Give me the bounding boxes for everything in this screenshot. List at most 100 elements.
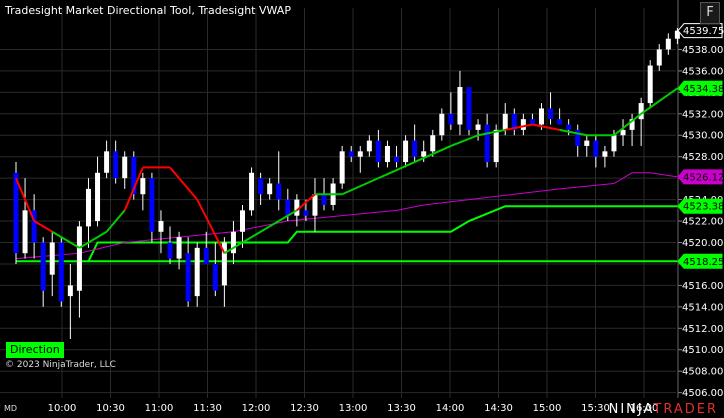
- y-tick-label: 4522.00: [682, 217, 723, 228]
- candle-body: [475, 124, 481, 130]
- price-tag-label: 4539.75: [683, 26, 724, 37]
- direction-line-segment: [169, 166, 198, 201]
- candle-body: [484, 124, 490, 163]
- candle-body: [104, 151, 110, 173]
- candle-body: [85, 188, 91, 227]
- x-tick-label: 12:00: [242, 403, 271, 414]
- direction-line-segment: [559, 128, 587, 137]
- candle-body: [529, 119, 535, 125]
- y-tick-label: 4528.00: [682, 152, 723, 163]
- candle-body: [249, 172, 255, 211]
- candle-body: [457, 86, 463, 125]
- vwap-line: [15, 172, 678, 260]
- x-tick-label: 14:30: [484, 403, 513, 414]
- candle-body: [520, 119, 526, 130]
- candle-body: [557, 119, 563, 125]
- price-tag: 4526.12: [677, 169, 724, 185]
- ninjatrader-logo: NINJATRADER: [609, 401, 718, 417]
- candle-body: [421, 151, 427, 157]
- panel-f-button[interactable]: F: [700, 2, 720, 24]
- y-tick-label: 4514.00: [682, 302, 723, 313]
- candle-body: [584, 140, 590, 146]
- candle-body: [303, 210, 309, 216]
- direction-line-segment: [532, 123, 560, 131]
- candle-body: [267, 183, 273, 195]
- candle-body: [366, 140, 372, 152]
- candle-body: [394, 156, 400, 163]
- candle-body: [339, 151, 345, 184]
- corner-label: MD: [4, 404, 18, 413]
- candle-body: [439, 113, 445, 136]
- price-tag: 4534.38: [677, 80, 724, 96]
- logo-suffix: TRADER: [653, 401, 718, 417]
- direction-line-segment: [477, 128, 506, 137]
- candle-body: [67, 285, 73, 297]
- copyright-text: © 2023 NinjaTrader, LLC: [5, 360, 116, 370]
- candle-body: [502, 113, 508, 130]
- candle-body: [258, 178, 264, 195]
- x-tick-label: 11:30: [193, 403, 222, 414]
- candle-body: [95, 172, 101, 222]
- direction-line-segment: [450, 134, 479, 147]
- candle-body: [611, 135, 617, 152]
- candle-body: [285, 199, 291, 216]
- candle-body: [203, 247, 209, 264]
- direction-line-segment: [51, 230, 80, 249]
- candle-body: [22, 210, 28, 254]
- direction-line-segment: [505, 123, 533, 131]
- price-tag: 4539.75: [677, 23, 724, 39]
- candle-body: [276, 183, 282, 200]
- y-tick-label: 4530.00: [682, 131, 723, 142]
- candle-body: [493, 129, 499, 163]
- candle-body: [548, 108, 554, 120]
- price-tag-label: 4518.25: [683, 257, 724, 268]
- x-tick-label: 12:30: [290, 403, 319, 414]
- candle-body: [122, 156, 128, 179]
- price-chart[interactable]: 10:00 10:30 11:00 11:30 12:00 12:30 13:00 13:30…: [0, 0, 724, 418]
- candle-body: [194, 247, 200, 297]
- candle-body: [593, 140, 599, 157]
- price-tag: 4523.38: [677, 198, 724, 214]
- x-tick-label: 13:00: [339, 403, 368, 414]
- direction-line-segment: [78, 230, 108, 249]
- direction-line-segment: [196, 199, 226, 254]
- x-tick-label: 10:00: [48, 403, 77, 414]
- x-tick-label: 15:00: [533, 403, 562, 414]
- candle-body: [448, 113, 454, 125]
- x-tick-label: 15:30: [581, 403, 610, 414]
- price-tag-label: 4534.38: [683, 84, 724, 95]
- x-tick-label: 10:30: [96, 403, 125, 414]
- price-tag: 4518.25: [677, 253, 724, 269]
- y-tick-label: 4508.00: [682, 367, 723, 378]
- x-tick-label: 11:00: [145, 403, 174, 414]
- y-tick-label: 4516.00: [682, 281, 723, 292]
- y-tick-label: 4536.00: [682, 66, 723, 77]
- candle-body: [602, 151, 608, 157]
- chart-title: Tradesight Market Directional Tool, Trad…: [5, 4, 291, 17]
- y-tick-label: 4512.00: [682, 324, 723, 335]
- direction-line-segment: [613, 113, 642, 137]
- candle-body: [357, 151, 363, 157]
- candle-body: [638, 103, 644, 120]
- y-tick-label: 4532.00: [682, 109, 723, 120]
- candle-body: [185, 253, 191, 302]
- y-tick-label: 4510.00: [682, 345, 723, 356]
- candle-body: [403, 140, 409, 163]
- candle-body: [656, 49, 662, 66]
- candle-body: [538, 108, 544, 125]
- candle-body: [167, 242, 173, 259]
- candle-body: [466, 86, 472, 130]
- x-tick-label: 13:30: [387, 403, 416, 414]
- candle-body: [58, 242, 64, 302]
- price-tag-label: 4523.38: [683, 202, 724, 213]
- candle-body: [312, 194, 318, 216]
- candle-body: [430, 135, 436, 152]
- candle-body: [375, 140, 381, 163]
- y-tick-label: 4538.00: [682, 45, 723, 56]
- y-tick-label: 4506.00: [682, 388, 723, 399]
- candle-body: [40, 242, 46, 291]
- candle-body: [384, 145, 390, 163]
- candle-body: [140, 178, 146, 195]
- candle-body: [76, 226, 82, 291]
- candle-body: [321, 194, 327, 205]
